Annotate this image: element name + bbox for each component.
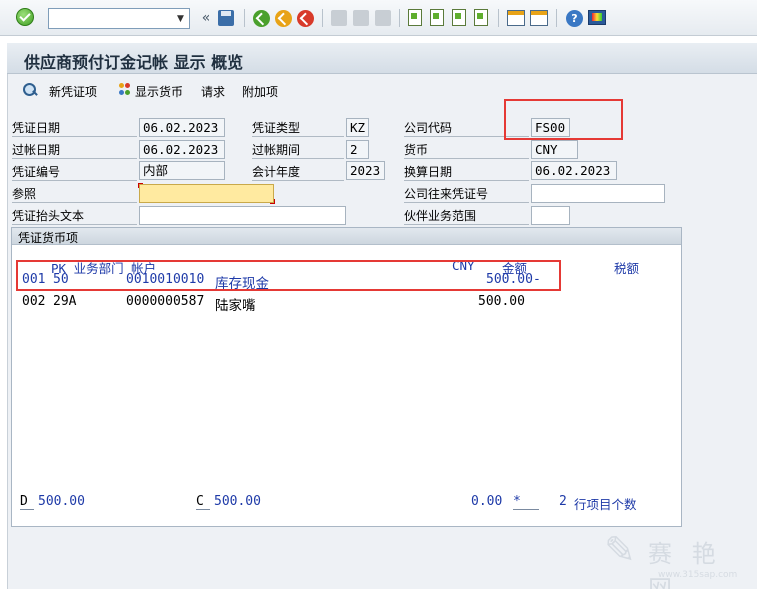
account-number[interactable]: 0000000587	[126, 294, 204, 309]
title-bar: 供应商预付订金记帐 显示 概览	[7, 43, 757, 74]
additional-button[interactable]: 附加项	[242, 82, 278, 100]
first-page-icon[interactable]	[408, 9, 422, 26]
command-field[interactable]	[48, 8, 190, 29]
debit-label: D	[20, 494, 34, 510]
exit-icon[interactable]	[275, 10, 292, 27]
posting-key: 29A	[53, 294, 77, 309]
page-title: 供应商预付订金记帐 显示 概览	[24, 53, 244, 72]
shortcut-icon[interactable]	[530, 10, 548, 26]
header-text-label: 凭证抬头文本	[12, 207, 137, 225]
back-icon[interactable]	[253, 10, 270, 27]
watermark-name: 赛 艳 网	[648, 540, 722, 589]
doc-number-label: 凭证编号	[12, 163, 137, 181]
show-currency-button[interactable]: 显示货币	[135, 82, 183, 100]
application-toolbar: 新凭证项 显示货币 请求 附加项	[7, 77, 757, 105]
credit-label: C	[196, 494, 210, 510]
partner-ba-label: 伙伴业务范围	[404, 207, 529, 225]
period-label: 过帐期间	[252, 141, 344, 159]
items-group-title: 凭证货币项	[18, 231, 79, 245]
doc-date-label: 凭证日期	[12, 119, 137, 137]
cancel-icon[interactable]	[297, 10, 314, 27]
next-page-icon[interactable]	[452, 9, 466, 26]
amount: 500.00	[478, 294, 525, 309]
reference-label: 参照	[12, 185, 137, 203]
overview-icon[interactable]	[22, 82, 38, 98]
item-count: 2	[559, 494, 567, 509]
highlight-item-row	[16, 260, 561, 291]
reference-input[interactable]	[138, 183, 275, 204]
item-number: 002	[22, 294, 46, 309]
check-icon[interactable]	[16, 8, 34, 26]
balance-flag: *	[513, 494, 539, 510]
period-field[interactable]: 2	[346, 140, 369, 159]
highlight-company-code	[504, 99, 623, 140]
currency-field[interactable]: CNY	[531, 140, 578, 159]
header-text-input[interactable]	[139, 206, 346, 225]
translation-date-field[interactable]: 06.02.2023	[531, 161, 617, 180]
items-group-header: 凭证货币项	[12, 228, 681, 245]
fiscal-year-label: 会计年度	[252, 163, 344, 181]
doc-number-field[interactable]: 内部	[139, 161, 225, 180]
find-next-icon[interactable]	[375, 10, 391, 26]
currency-label: 货币	[404, 141, 529, 159]
doc-type-field[interactable]: KZ	[346, 118, 369, 137]
new-item-button[interactable]: 新凭证项	[49, 82, 97, 100]
watermark-url: www.315sap.com	[658, 570, 738, 580]
doc-date-field[interactable]: 06.02.2023	[139, 118, 225, 137]
credit-total: 500.00	[214, 494, 261, 509]
find-icon[interactable]	[353, 10, 369, 26]
save-icon[interactable]	[218, 10, 234, 26]
previous-page-icon[interactable]	[430, 9, 444, 26]
account-name: 陆家嘴	[215, 298, 256, 314]
translation-date-label: 换算日期	[404, 163, 529, 181]
print-icon[interactable]	[331, 10, 347, 26]
item-count-label: 行项目个数	[574, 497, 637, 512]
debit-total: 500.00	[38, 494, 85, 509]
watermark: ✎ 赛 艳 网 www.315sap.com	[604, 528, 754, 589]
request-button[interactable]: 请求	[201, 82, 225, 100]
col-tax: 税额	[614, 261, 640, 276]
intercompany-label: 公司往来凭证号	[404, 185, 529, 203]
doc-type-label: 凭证类型	[252, 119, 344, 137]
watermark-logo: ✎	[604, 528, 636, 572]
system-toolbar: ▼ « ?	[0, 0, 757, 36]
balance: 0.00	[471, 494, 503, 509]
new-session-icon[interactable]	[507, 10, 525, 26]
partner-ba-input[interactable]	[531, 206, 570, 225]
fiscal-year-field[interactable]: 2023	[346, 161, 385, 180]
help-icon[interactable]: ?	[566, 10, 583, 27]
posting-date-label: 过帐日期	[12, 141, 137, 159]
currency-icon[interactable]	[119, 83, 135, 97]
intercompany-input[interactable]	[531, 184, 665, 203]
chevron-down-icon[interactable]: ▼	[172, 9, 189, 28]
posting-date-field[interactable]: 06.02.2023	[139, 140, 225, 159]
layout-icon[interactable]	[588, 10, 606, 25]
collapse-icon[interactable]: «	[196, 8, 216, 28]
last-page-icon[interactable]	[474, 9, 488, 26]
